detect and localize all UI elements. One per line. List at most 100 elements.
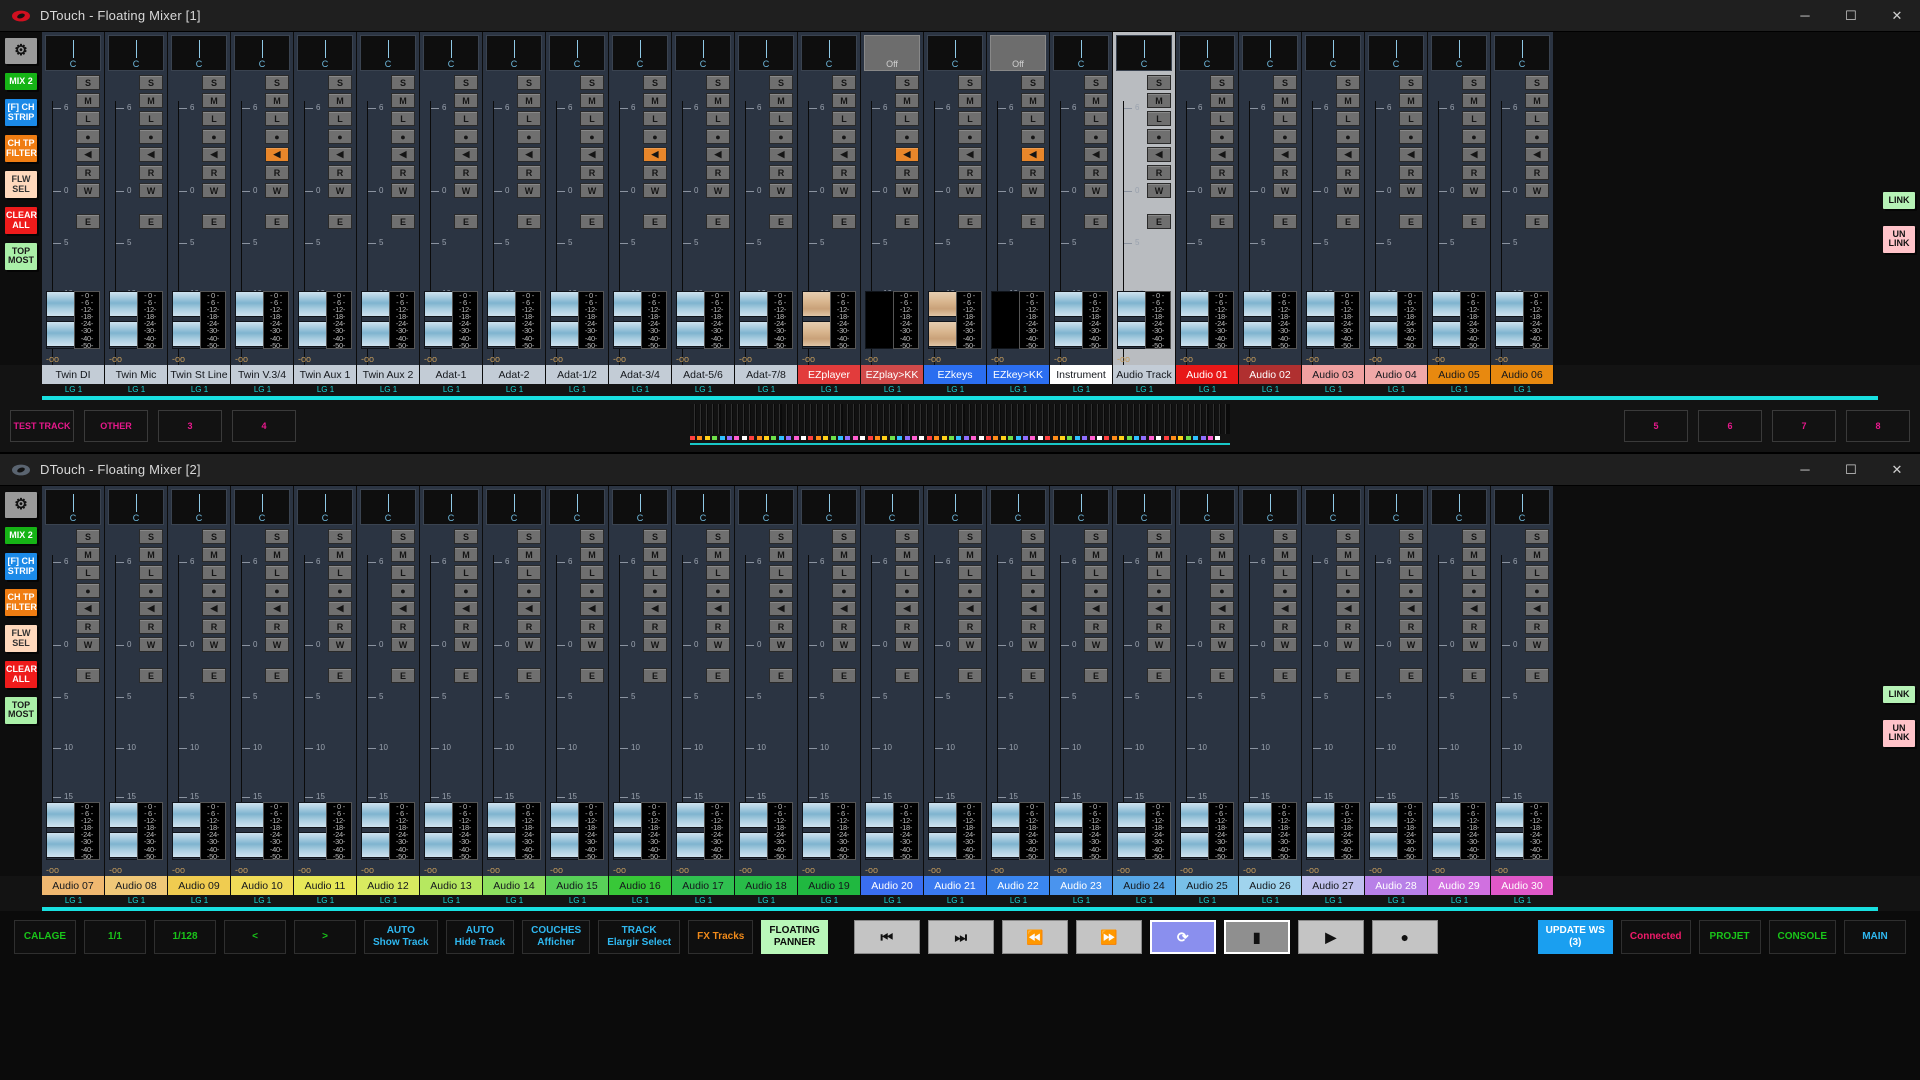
channel-strip-1-11[interactable]: CSML●◀RWE605101520304050oo- 0 -- 6 --12-… <box>735 32 798 365</box>
fader-1-5[interactable]: 4050oo <box>361 291 403 349</box>
fader-2-4[interactable]: 4050oo <box>298 802 340 860</box>
track-name-1-17[interactable]: Audio Track <box>1113 365 1176 384</box>
toolbar-auto-hide-track-button[interactable]: AUTO Hide Track <box>445 920 515 954</box>
pan-display-1-4[interactable]: C <box>297 35 353 71</box>
track-name-1-1[interactable]: Twin Mic <box>105 365 168 384</box>
track-name-1-8[interactable]: Adat-1/2 <box>546 365 609 384</box>
fader-1-9[interactable]: 4050oo <box>613 291 655 349</box>
track-name-1-22[interactable]: Audio 05 <box>1428 365 1491 384</box>
pan-display-1-18[interactable]: C <box>1179 35 1235 71</box>
fader-2-10[interactable]: 4050oo <box>676 802 718 860</box>
pan-display-2-1[interactable]: C <box>108 489 164 525</box>
fader-2-8[interactable]: 4050oo <box>550 802 592 860</box>
fader-1-18[interactable]: 4050oo <box>1180 291 1222 349</box>
channel-strip-1-4[interactable]: CSML●◀RWE605101520304050oo- 0 -- 6 --12-… <box>294 32 357 365</box>
track-name-2-21[interactable]: Audio 28 <box>1365 876 1428 895</box>
channel-strip-2-20[interactable]: CSML●◀RWE605101520304050oo- 0 -- 6 --12-… <box>1302 486 1365 876</box>
pan-display-1-8[interactable]: C <box>549 35 605 71</box>
fader-handle-bottom-2-15[interactable] <box>991 832 1021 858</box>
fader-2-2[interactable]: 4050oo <box>172 802 214 860</box>
fader-2-18[interactable]: 4050oo <box>1180 802 1222 860</box>
pan-display-1-21[interactable]: C <box>1368 35 1424 71</box>
fader-handle-top-2-8[interactable] <box>550 802 580 828</box>
pan-display-2-20[interactable]: C <box>1305 489 1361 525</box>
fader-2-0[interactable]: 4050oo <box>46 802 88 860</box>
fader-handle-top-2-21[interactable] <box>1369 802 1399 828</box>
fader-handle-bottom-1-5[interactable] <box>361 321 391 347</box>
channel-button-S-1-5[interactable]: S <box>391 75 415 90</box>
transport-go-to-end-button[interactable]: ⏭ <box>927 920 994 954</box>
pan-display-2-10[interactable]: C <box>675 489 731 525</box>
fader-handle-bottom-2-21[interactable] <box>1369 832 1399 858</box>
sidebar-mix2-button-1[interactable]: MIX 2 <box>5 73 37 91</box>
minimize-button[interactable]: ─ <box>1782 0 1828 32</box>
channel-strip-2-15[interactable]: CSML●◀RWE605101520304050oo- 0 -- 6 --12-… <box>987 486 1050 876</box>
fader-1-0[interactable]: 4050oo <box>46 291 88 349</box>
channel-strip-1-15[interactable]: OffSML●◀RWE605101520304050oo- 0 -- 6 --1… <box>987 32 1050 365</box>
pan-display-2-13[interactable]: C <box>864 489 920 525</box>
fader-handle-top-1-1[interactable] <box>109 291 139 317</box>
fader-1-23[interactable]: 4050oo <box>1495 291 1537 349</box>
channel-button-S-1-14[interactable]: S <box>958 75 982 90</box>
fader-1-10[interactable]: 4050oo <box>676 291 718 349</box>
channel-button-S-1-22[interactable]: S <box>1462 75 1486 90</box>
pan-display-2-4[interactable]: C <box>297 489 353 525</box>
fader-handle-bottom-2-18[interactable] <box>1180 832 1210 858</box>
toolbar-ratio-1-128-button[interactable]: 1/128 <box>154 920 216 954</box>
fader-handle-bottom-1-8[interactable] <box>550 321 580 347</box>
channel-strip-2-13[interactable]: CSML●◀RWE605101520304050oo- 0 -- 6 --12-… <box>861 486 924 876</box>
fader-2-5[interactable]: 4050oo <box>361 802 403 860</box>
pan-display-2-8[interactable]: C <box>549 489 605 525</box>
track-name-2-0[interactable]: Audio 07 <box>42 876 105 895</box>
channel-button-S-2-10[interactable]: S <box>706 529 730 544</box>
toolbar-prev-button[interactable]: < <box>224 920 286 954</box>
fader-1-13[interactable]: 4050oo <box>865 291 907 349</box>
track-name-1-18[interactable]: Audio 01 <box>1176 365 1239 384</box>
channel-button-S-2-16[interactable]: S <box>1084 529 1108 544</box>
fader-handle-top-1-9[interactable] <box>613 291 643 317</box>
track-name-2-15[interactable]: Audio 22 <box>987 876 1050 895</box>
sidebar-flw-sel-button-1[interactable]: FLW SEL <box>5 171 37 199</box>
channel-button-S-1-21[interactable]: S <box>1399 75 1423 90</box>
track-name-2-14[interactable]: Audio 21 <box>924 876 987 895</box>
pan-display-1-9[interactable]: C <box>612 35 668 71</box>
fader-handle-top-2-4[interactable] <box>298 802 328 828</box>
fader-2-13[interactable]: 4050oo <box>865 802 907 860</box>
channel-button-S-2-9[interactable]: S <box>643 529 667 544</box>
transport-go-to-start-button[interactable]: ⏮ <box>853 920 920 954</box>
toolbar-connected-button[interactable]: Connected <box>1620 920 1691 954</box>
channel-strip-1-12[interactable]: CSML●◀RWE605101520304050oo- 0 -- 6 --12-… <box>798 32 861 365</box>
sidebar-top-most-button-2[interactable]: TOP MOST <box>5 696 37 724</box>
pan-display-1-16[interactable]: C <box>1053 35 1109 71</box>
channel-button-S-1-12[interactable]: S <box>832 75 856 90</box>
fader-handle-bottom-2-5[interactable] <box>361 832 391 858</box>
track-name-1-0[interactable]: Twin DI <box>42 365 105 384</box>
transport-play-button[interactable]: ▶ <box>1297 920 1364 954</box>
channel-strip-1-7[interactable]: CSML●◀RWE605101520304050oo- 0 -- 6 --12-… <box>483 32 546 365</box>
channel-button-S-1-15[interactable]: S <box>1021 75 1045 90</box>
channel-strip-1-0[interactable]: CSML●◀RWE605101520304050oo- 0 -- 6 --12-… <box>42 32 105 365</box>
fader-2-17[interactable]: 4050oo <box>1117 802 1159 860</box>
fader-handle-top-2-14[interactable] <box>928 802 958 828</box>
fader-handle-bottom-2-3[interactable] <box>235 832 265 858</box>
fader-1-2[interactable]: 4050oo <box>172 291 214 349</box>
channel-strip-2-14[interactable]: CSML●◀RWE605101520304050oo- 0 -- 6 --12-… <box>924 486 987 876</box>
pan-display-2-5[interactable]: C <box>360 489 416 525</box>
pan-display-1-19[interactable]: C <box>1242 35 1298 71</box>
fader-handle-bottom-2-19[interactable] <box>1243 832 1273 858</box>
sidebar-ch-strip-button-2[interactable]: [F] CH STRIP <box>5 553 37 581</box>
channel-button-S-1-10[interactable]: S <box>706 75 730 90</box>
midbar-right-button-3[interactable]: 8 <box>1846 410 1910 442</box>
channel-strip-1-5[interactable]: CSML●◀RWE605101520304050oo- 0 -- 6 --12-… <box>357 32 420 365</box>
fader-1-7[interactable]: 4050oo <box>487 291 529 349</box>
fader-handle-top-2-15[interactable] <box>991 802 1021 828</box>
fader-handle-top-2-3[interactable] <box>235 802 265 828</box>
fader-2-21[interactable]: 4050oo <box>1369 802 1411 860</box>
track-name-1-14[interactable]: EZkeys <box>924 365 987 384</box>
channel-strip-2-8[interactable]: CSML●◀RWE605101520304050oo- 0 -- 6 --12-… <box>546 486 609 876</box>
channel-button-S-1-7[interactable]: S <box>517 75 541 90</box>
fader-handle-top-1-17[interactable] <box>1117 291 1147 317</box>
sidebar-tp-filter-button-1[interactable]: CH TP FILTER <box>5 135 37 163</box>
channel-button-S-1-0[interactable]: S <box>76 75 100 90</box>
track-name-1-19[interactable]: Audio 02 <box>1239 365 1302 384</box>
